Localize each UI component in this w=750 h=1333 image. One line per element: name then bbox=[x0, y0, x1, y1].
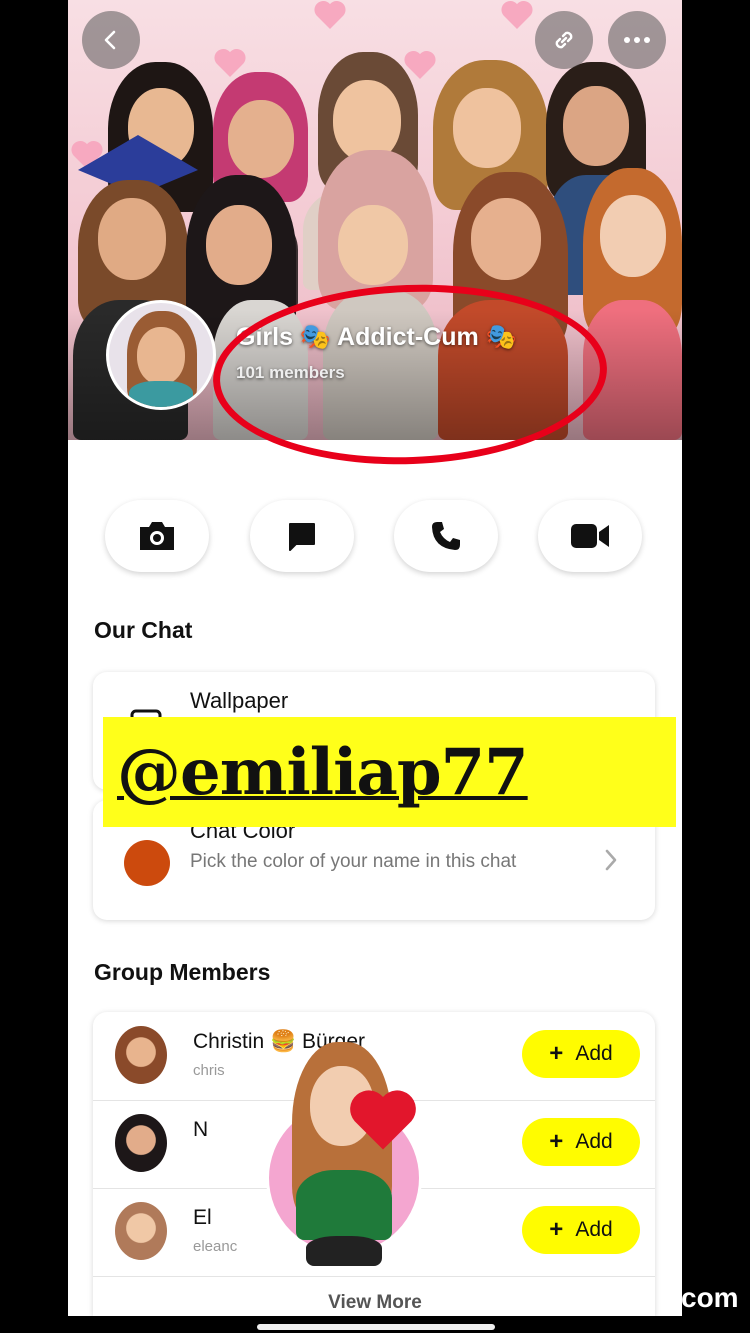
member-name: El bbox=[193, 1206, 212, 1229]
heart-decoration-icon bbox=[314, 1, 346, 29]
add-label: Add bbox=[575, 1042, 613, 1065]
video-icon bbox=[571, 524, 609, 548]
member-username: chris bbox=[193, 1062, 225, 1079]
chat-color-description: Pick the color of your name in this chat bbox=[190, 851, 517, 872]
link-icon bbox=[555, 31, 573, 49]
chat-color-swatch bbox=[124, 840, 170, 886]
corner-watermark-text: com bbox=[681, 1282, 739, 1313]
add-label: Add bbox=[575, 1130, 613, 1153]
camera-icon bbox=[140, 522, 174, 550]
member-avatar[interactable] bbox=[115, 1026, 167, 1084]
username-watermark: @emiliap77 bbox=[103, 717, 676, 827]
add-member-button[interactable]: + Add bbox=[522, 1118, 640, 1166]
group-avatar[interactable] bbox=[106, 300, 216, 410]
heart-decoration-icon bbox=[214, 49, 246, 77]
watermark-text: @emiliap77 bbox=[117, 734, 529, 810]
group-members-title: Group Members bbox=[94, 959, 271, 985]
chat-icon bbox=[289, 523, 315, 551]
home-indicator[interactable] bbox=[257, 1324, 495, 1330]
our-chat-title: Our Chat bbox=[94, 617, 193, 643]
add-member-button[interactable]: + Add bbox=[522, 1206, 640, 1254]
chevron-left-icon bbox=[104, 30, 116, 50]
wallpaper-label: Wallpaper bbox=[190, 688, 289, 713]
member-avatar[interactable] bbox=[115, 1114, 167, 1172]
share-link-button[interactable] bbox=[535, 11, 593, 69]
member-username: eleanc bbox=[193, 1238, 238, 1255]
heart-decoration-icon bbox=[501, 1, 533, 29]
chat-button[interactable] bbox=[250, 500, 354, 572]
chevron-right-icon bbox=[605, 849, 617, 871]
video-call-button[interactable] bbox=[538, 500, 642, 572]
add-label: Add bbox=[575, 1218, 613, 1241]
more-options-button[interactable] bbox=[608, 11, 666, 69]
member-avatar[interactable] bbox=[115, 1202, 167, 1260]
add-member-button[interactable]: + Add bbox=[522, 1030, 640, 1078]
group-profile-screen: Girls 🎭 Addict-Cum 🎭 101 members Our Cha… bbox=[68, 0, 682, 1316]
divider bbox=[93, 1276, 655, 1277]
back-button[interactable] bbox=[82, 11, 140, 69]
heart-sticker-icon bbox=[350, 1090, 416, 1150]
member-name: N bbox=[193, 1118, 209, 1141]
camera-button[interactable] bbox=[105, 500, 209, 572]
view-more-button[interactable]: View More bbox=[68, 1292, 682, 1314]
more-dots-icon bbox=[624, 37, 650, 43]
phone-icon bbox=[432, 522, 460, 550]
voice-call-button[interactable] bbox=[394, 500, 498, 572]
